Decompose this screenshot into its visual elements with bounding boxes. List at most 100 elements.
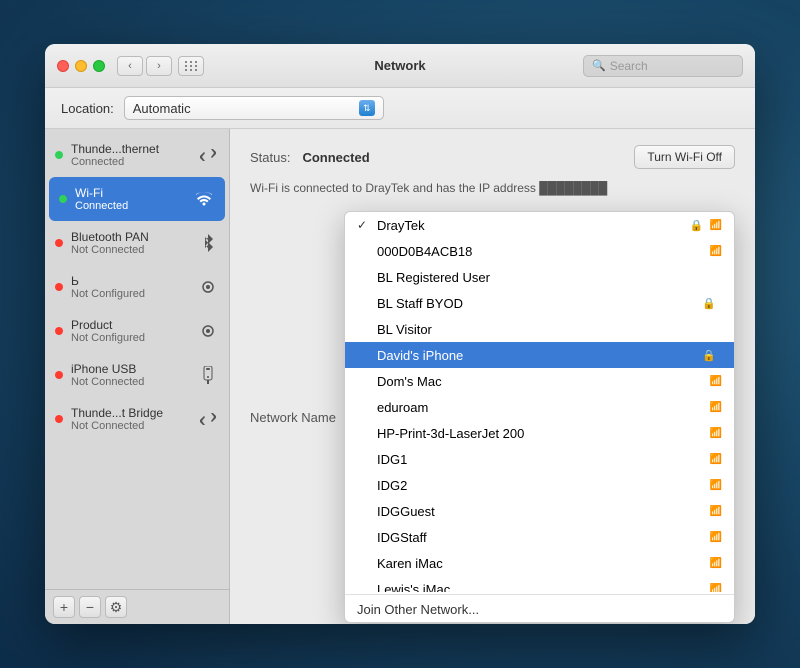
wifi-icon-6: 📶 [710,376,722,387]
network-item-6[interactable]: Dom's Mac 📶 [345,368,734,394]
sidebar-item-icon-thunderbolt-ethernet [197,144,219,166]
location-toolbar: Location: Automatic ⇅ [45,88,755,129]
close-button[interactable] [57,60,69,72]
sidebar-item-product[interactable]: ProductNot Configured [45,309,229,353]
sidebar-item-status-thunderbolt-ethernet: Connected [71,156,189,168]
wifi-icon-9: 📶 [710,454,722,465]
sidebar-item-text-thunderbolt-ethernet: Thunde...thernetConnected [71,142,189,168]
location-select[interactable]: Automatic ⇅ [124,96,384,120]
wifi-icon-12: 📶 [710,532,722,543]
lock-icon-3: 🔒 [702,297,716,310]
status-value: Connected [302,150,369,165]
network-check-0: ✓ [357,218,371,232]
forward-button[interactable]: › [146,56,172,76]
join-other-network-item[interactable]: Join Other Network... [345,597,734,622]
sidebar-item-thunderbolt-ethernet[interactable]: Thunde...thernetConnected [45,133,229,177]
sidebar-item-status-product: Not Configured [71,332,189,344]
sidebar-item-thunderbolt-bridge[interactable]: Thunde...t BridgeNot Connected [45,397,229,441]
wifi-icon-14: 📶 [710,584,722,593]
network-item-0[interactable]: ✓DrayTek🔒📶 [345,212,734,238]
location-arrow-icon: ⇅ [359,100,375,116]
sidebar-item-name-product: Product [71,318,189,332]
ip-address: ████████ [539,181,607,195]
sidebar-item-name-iphone-usb: iPhone USB [71,362,189,376]
wifi-icon-10: 📶 [710,480,722,491]
network-item-4[interactable]: BL Visitor [345,316,734,342]
dropdown-scroll[interactable]: ✓DrayTek🔒📶000D0B4ACB18📶BL Registered Use… [345,212,734,592]
wifi-icon-13: 📶 [710,558,722,569]
status-dot-bluetooth-pan [55,239,63,247]
minimize-button[interactable] [75,60,87,72]
network-item-3[interactable]: BL Staff BYOD 🔒 [345,290,734,316]
search-bar[interactable]: 🔍 Search [583,55,743,77]
apps-grid-button[interactable] [178,56,204,76]
titlebar: ‹ › Network 🔍 Search [45,44,755,88]
network-name-3: BL Staff BYOD [377,296,696,311]
network-name-6: Dom's Mac [377,374,704,389]
status-dot-thunderbolt-ethernet [55,151,63,159]
wifi-icon-11: 📶 [710,506,722,517]
network-item-12[interactable]: IDGStaff 📶 [345,524,734,550]
sidebar-item-text-thunderbolt-bridge: Thunde...t BridgeNot Connected [71,406,189,432]
sidebar-item-icon-wifi [193,188,215,210]
sidebar-item-icon-product [197,320,219,342]
sidebar-item-iphone-usb[interactable]: iPhone USBNot Connected [45,353,229,397]
network-dropdown[interactable]: ✓DrayTek🔒📶000D0B4ACB18📶BL Registered Use… [344,211,735,623]
network-item-9[interactable]: IDG1 📶 [345,446,734,472]
location-label: Location: [61,101,114,116]
sidebar-item-name-thunderbolt-bridge-2: Ь [71,274,189,288]
network-item-2[interactable]: BL Registered User [345,264,734,290]
window-title: Network [374,58,425,73]
sidebar-item-icon-iphone-usb [197,364,219,386]
nav-buttons: ‹ › [117,56,172,76]
maximize-button[interactable] [93,60,105,72]
sidebar-item-text-wifi: Wi-FiConnected [75,186,185,212]
status-dot-wifi [59,195,67,203]
sidebar-item-status-thunderbolt-bridge-2: Not Configured [71,288,189,300]
back-button[interactable]: ‹ [117,56,143,76]
search-placeholder: Search [610,59,648,73]
network-name-9: IDG1 [377,452,704,467]
sidebar-item-thunderbolt-bridge-2[interactable]: ЬNot Configured [45,265,229,309]
sidebar-footer: + − ⚙ [45,589,229,624]
status-row: Status: Connected Turn Wi-Fi Off [250,145,735,169]
network-item-10[interactable]: IDG2 📶 [345,472,734,498]
sidebar-item-name-thunderbolt-ethernet: Thunde...thernet [71,142,189,156]
network-item-7[interactable]: eduroam📶 [345,394,734,420]
network-item-1[interactable]: 000D0B4ACB18📶 [345,238,734,264]
network-name-11: IDGGuest [377,504,704,519]
network-item-14[interactable]: Lewis's iMac📶 [345,576,734,592]
network-name-5: David's iPhone [377,348,696,363]
network-name-2: BL Registered User [377,270,722,285]
sidebar-item-status-bluetooth-pan: Not Connected [71,244,189,256]
status-label: Status: [250,150,290,165]
wifi-icon-8: 📶 [710,428,722,439]
main-content: Thunde...thernetConnectedWi-FiConnectedB… [45,129,755,624]
turn-wifi-button[interactable]: Turn Wi-Fi Off [634,145,735,169]
network-name-10: IDG2 [377,478,704,493]
wifi-info-text: Wi-Fi is connected to DrayTek and has th… [250,179,735,197]
wifi-icon-7: 📶 [710,402,722,413]
network-item-13[interactable]: Karen iMac 📶 [345,550,734,576]
network-dropdown-container: ✓DrayTek🔒📶000D0B4ACB18📶BL Registered Use… [344,211,735,623]
remove-network-button[interactable]: − [79,596,101,618]
network-item-8[interactable]: HP-Print-3d-LaserJet 200📶 [345,420,734,446]
sidebar: Thunde...thernetConnectedWi-FiConnectedB… [45,129,230,624]
network-name-1: 000D0B4ACB18 [377,244,704,259]
status-dot-thunderbolt-bridge-2 [55,283,63,291]
sidebar-item-status-thunderbolt-bridge: Not Connected [71,420,189,432]
sidebar-item-wifi[interactable]: Wi-FiConnected [49,177,225,221]
sidebar-item-icon-thunderbolt-bridge [197,408,219,430]
sidebar-item-bluetooth-pan[interactable]: Bluetooth PANNot Connected [45,221,229,265]
sidebar-item-status-wifi: Connected [75,200,185,212]
sidebar-item-name-bluetooth-pan: Bluetooth PAN [71,230,189,244]
sidebar-item-name-thunderbolt-bridge: Thunde...t Bridge [71,406,189,420]
network-name-12: IDGStaff [377,530,704,545]
add-network-button[interactable]: + [53,596,75,618]
status-dot-thunderbolt-bridge [55,415,63,423]
gear-button[interactable]: ⚙ [105,596,127,618]
network-name-13: Karen iMac [377,556,704,571]
sidebar-item-icon-thunderbolt-bridge-2 [197,276,219,298]
network-item-11[interactable]: IDGGuest 📶 [345,498,734,524]
network-item-5[interactable]: David's iPhone🔒 [345,342,734,368]
